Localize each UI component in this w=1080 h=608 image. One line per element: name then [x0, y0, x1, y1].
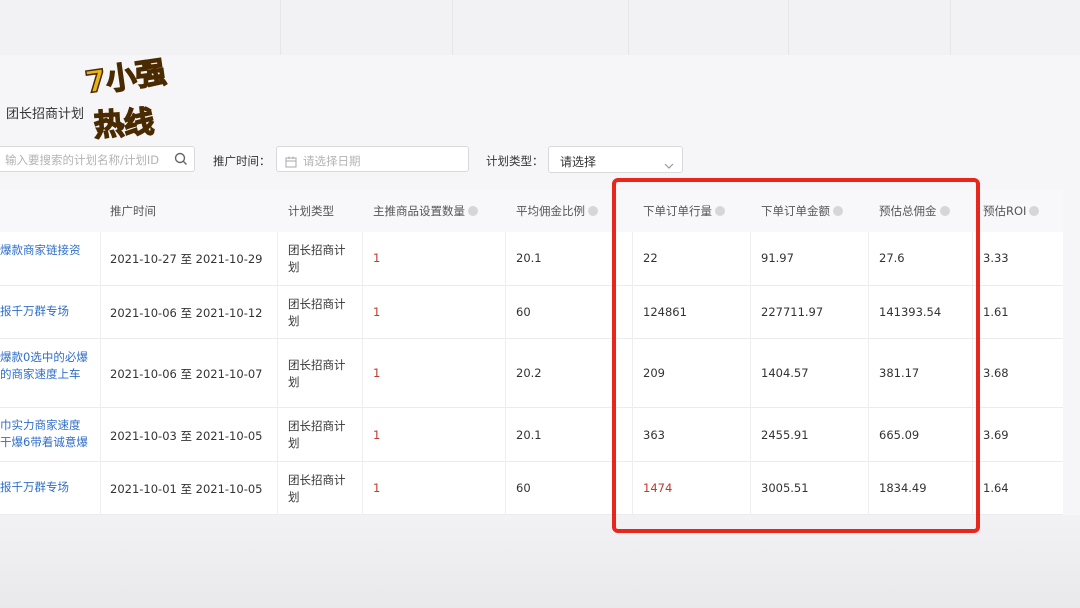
est-roi: 3.68	[983, 366, 1009, 380]
help-icon[interactable]	[588, 206, 598, 216]
date-picker[interactable]: 请选择日期	[276, 146, 469, 172]
top-bar-cell	[628, 0, 789, 55]
est-roi: 3.33	[983, 251, 1009, 265]
search-icon[interactable]	[174, 151, 188, 170]
product-count: 1	[373, 366, 381, 380]
promo-period: 2021-10-27 至 2021-10-29	[110, 252, 263, 266]
plan-type: 团长招商计划	[288, 297, 346, 328]
top-bar-cell	[788, 0, 951, 55]
promo-period: 2021-10-06 至 2021-10-07	[110, 367, 263, 381]
avg-commission: 60	[516, 481, 531, 495]
date-picker-placeholder: 请选择日期	[303, 154, 361, 168]
plan-name-link[interactable]: 巾实力商家速度 干爆6带着诚意爆	[0, 417, 88, 451]
highlight-box	[612, 178, 980, 533]
promo-time-label: 推广时间：	[213, 154, 271, 168]
est-roi: 1.64	[983, 481, 1009, 495]
svg-text:热线: 热线	[93, 105, 155, 144]
avg-commission: 20.2	[516, 366, 542, 380]
top-bar-cell	[452, 0, 629, 55]
help-icon[interactable]	[1029, 206, 1040, 216]
header-promo-time: 推广时间	[110, 204, 156, 218]
header-plan-type: 计划类型	[288, 204, 334, 218]
promo-period: 2021-10-06 至 2021-10-12	[110, 306, 263, 320]
est-roi: 3.69	[983, 428, 1009, 442]
plan-name-link[interactable]: 报千万群专场	[0, 303, 69, 320]
header-product-count: 主推商品设置数量	[373, 190, 478, 232]
promo-period: 2021-10-01 至 2021-10-05	[110, 482, 263, 496]
avg-commission: 20.1	[516, 251, 542, 265]
watermark-logo: 7小强 热线	[82, 54, 168, 144]
column-divider	[362, 232, 363, 514]
column-divider	[277, 232, 278, 514]
est-roi: 1.61	[983, 305, 1009, 319]
plan-name-link[interactable]: 爆款0选中的必爆 的商家速度上车	[0, 349, 88, 383]
plan-type-value: 请选择	[560, 155, 597, 169]
plan-name-link[interactable]: 报千万群专场	[0, 479, 69, 496]
product-count: 1	[373, 481, 381, 495]
top-bar-cell	[0, 0, 281, 55]
avg-commission: 20.1	[516, 428, 542, 442]
help-icon[interactable]	[468, 206, 478, 216]
calendar-icon	[285, 153, 297, 172]
plan-type: 团长招商计划	[288, 243, 346, 274]
header-avg-commission: 平均佣金比例	[516, 190, 598, 232]
page-title: 团长招商计划	[6, 107, 85, 122]
svg-text:7小强: 7小强	[83, 55, 168, 101]
top-bar	[0, 0, 1080, 56]
product-count: 1	[373, 428, 381, 442]
product-count: 1	[373, 305, 381, 319]
column-divider	[100, 232, 101, 514]
search-input-wrapper[interactable]	[0, 146, 195, 173]
product-count: 1	[373, 251, 381, 265]
plan-type-select[interactable]: 请选择	[548, 146, 683, 173]
top-bar-cell	[280, 0, 453, 55]
avg-commission: 60	[516, 305, 531, 319]
chevron-down-icon	[664, 155, 674, 174]
plan-name-link[interactable]: 爆款商家链接资	[0, 242, 81, 259]
column-divider	[505, 232, 506, 514]
header-est-roi: 预估ROI	[983, 190, 1040, 232]
plan-type-label: 计划类型：	[486, 154, 544, 168]
search-input[interactable]	[0, 147, 177, 173]
promo-period: 2021-10-03 至 2021-10-05	[110, 429, 263, 443]
plan-type: 团长招商计划	[288, 419, 346, 450]
plan-type: 团长招商计划	[288, 358, 346, 389]
plan-type: 团长招商计划	[288, 473, 346, 504]
